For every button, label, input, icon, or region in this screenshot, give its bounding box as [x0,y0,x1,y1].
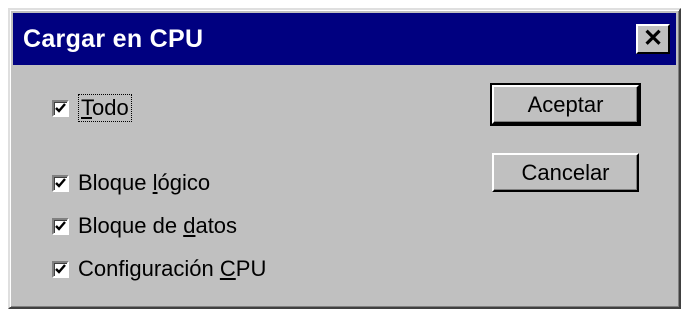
checkmark-icon [55,220,66,231]
checkbox-label-configuracion-cpu: Configuración CPU [78,256,267,281]
checkbox-label-todo: Todo [78,94,132,122]
mnemonic-key: d [183,213,196,238]
checkbox-configuracion-cpu[interactable]: Configuración CPU [52,256,266,282]
checkbox-box[interactable] [52,99,69,117]
checkbox-box[interactable] [52,260,69,278]
mnemonic-key: C [219,256,236,281]
cancel-button[interactable]: Cancelar [492,153,639,192]
accept-button[interactable]: Aceptar [490,83,641,126]
checkbox-label-bloque-logico: Bloque lógico [78,170,211,195]
title-bar: Cargar en CPU ✕ [13,13,676,65]
checkbox-todo[interactable]: Todo [52,94,132,122]
checkbox-bloque-logico[interactable]: Bloque lógico [52,170,210,196]
checkmark-icon [55,263,66,274]
checkmark-icon [55,177,66,188]
checkbox-box[interactable] [52,174,69,192]
load-to-cpu-dialog: Cargar en CPU ✕ Todo Bloque lógico Bloqu… [8,8,681,309]
close-button[interactable]: ✕ [636,24,670,54]
checkbox-label-bloque-datos: Bloque de datos [78,213,238,238]
checkbox-box[interactable] [52,217,69,235]
checkmark-icon [55,102,66,113]
checkbox-bloque-datos[interactable]: Bloque de datos [52,213,237,239]
mnemonic-key: T [81,95,92,120]
dialog-title: Cargar en CPU [23,25,204,53]
close-icon: ✕ [642,25,664,52]
